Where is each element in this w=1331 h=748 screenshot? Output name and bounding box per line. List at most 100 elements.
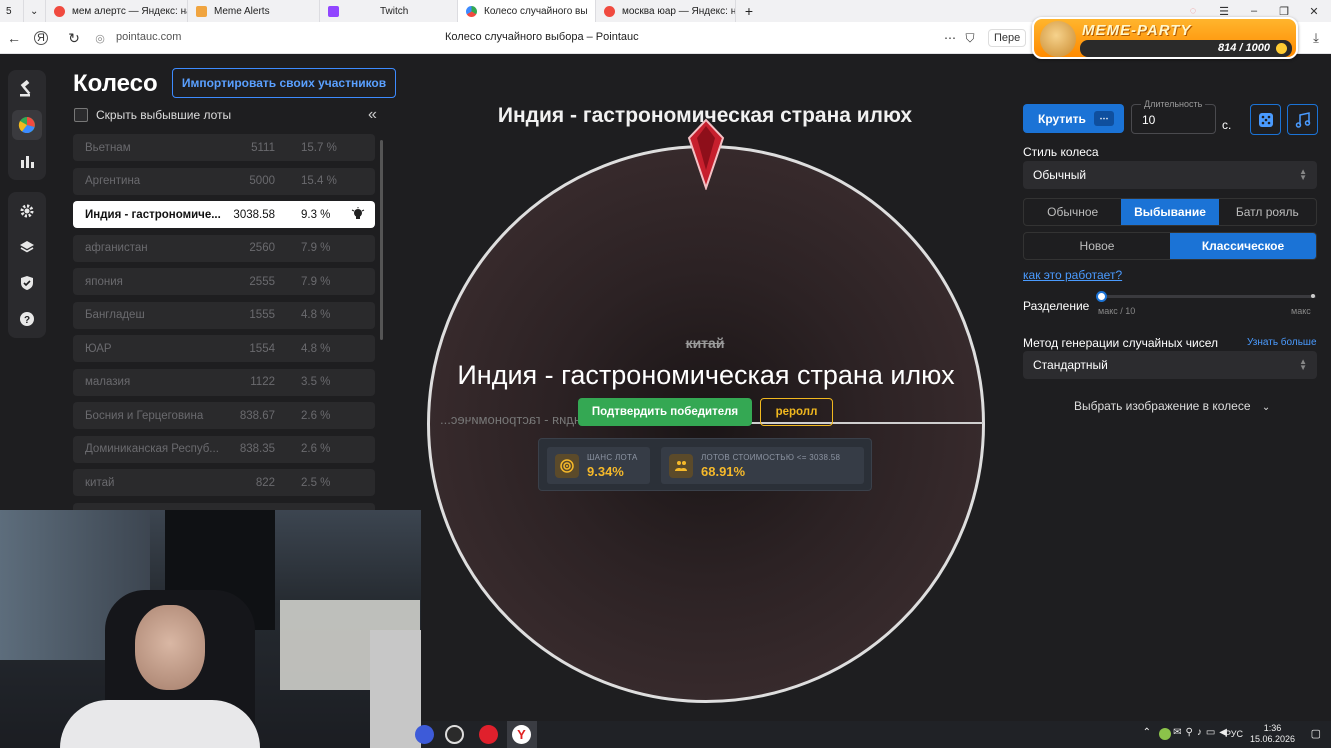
list-item[interactable]: япония 2555 7.9 % [73, 268, 375, 295]
webcam-shirt [60, 700, 260, 748]
import-participants-button[interactable]: Импортировать своих участников [172, 68, 396, 98]
bookmark-icon[interactable]: ⛉ [960, 28, 980, 48]
wheel-icon[interactable] [12, 110, 42, 140]
lot-name: Бангладеш [85, 309, 145, 321]
spin-options-icon[interactable]: ⋯ [1094, 111, 1114, 126]
tray-arrow-icon[interactable]: ⌃ [1143, 727, 1151, 738]
tab-normal[interactable]: Обычное [1024, 199, 1121, 225]
app-icon[interactable] [415, 725, 434, 744]
stats-chart-icon[interactable] [12, 146, 42, 176]
collapse-panel-icon[interactable]: « [368, 106, 377, 124]
confirm-winner-button[interactable]: Подтвердить победителя [578, 398, 752, 426]
tab-battle-royale[interactable]: Батл рояль [1219, 199, 1316, 225]
tray-icons[interactable]: ✉⚲♪▭◀ [1173, 727, 1231, 738]
stat-value: 68.91% [701, 464, 746, 479]
yandex-icon [54, 5, 65, 17]
list-item[interactable]: Аргентина 5000 15.4 % [73, 167, 375, 195]
clock[interactable]: 1:36 15.06.2026 [1250, 723, 1295, 745]
tab-yandex-memalerts[interactable]: мем алертс — Яндекс: на [46, 0, 188, 22]
split-max-label: макс [1291, 306, 1311, 316]
lot-value: 5000 [249, 175, 275, 187]
split-slider[interactable] [1100, 295, 1316, 298]
list-item[interactable]: китай 822 2.5 % [73, 469, 375, 496]
notifications-icon[interactable]: ▢ [1311, 727, 1321, 740]
pointauc-icon [466, 5, 477, 17]
doge-avatar [1040, 21, 1076, 57]
chevron-down-icon[interactable]: ⌄ [24, 0, 46, 22]
translate-button[interactable]: Пере [988, 29, 1027, 47]
tab-classic[interactable]: Классическое [1170, 233, 1316, 259]
lot-name: Вьетнам [85, 141, 131, 154]
auction-hammer-icon[interactable] [12, 74, 42, 104]
reroll-button[interactable]: реролл [760, 398, 833, 426]
meme-alerts-icon [196, 5, 207, 17]
list-item[interactable]: афганистан 2560 7.9 % [73, 234, 375, 262]
tab-wheel[interactable]: Колесо случайного вы✕ [458, 0, 596, 22]
close-window-icon[interactable]: ✕ [1299, 0, 1329, 22]
site-info-icon[interactable]: ◎ [94, 28, 106, 48]
seconds-unit: с. [1222, 118, 1232, 132]
music-button[interactable] [1287, 104, 1318, 135]
dice-icon [1258, 112, 1273, 127]
list-item[interactable]: Босния и Герцеговина 838.67 2.6 % [73, 402, 375, 429]
hide-eliminated-toggle[interactable]: Скрыть выбывшие лоты [74, 108, 231, 122]
lightbulb-icon[interactable] [351, 207, 365, 221]
yandex-home-icon[interactable]: Я [34, 31, 48, 45]
twitch-icon [328, 5, 339, 17]
back-icon[interactable]: ← [4, 28, 24, 48]
yandex-browser-taskbar-item[interactable]: Y [507, 721, 537, 748]
list-item[interactable]: Доминиканская Респуб... 838.35 2.6 % [73, 435, 375, 463]
opera-icon[interactable] [479, 725, 498, 744]
webcam-overlay [0, 510, 421, 748]
spin-button[interactable]: Крутить ⋯ [1023, 104, 1124, 133]
tab-count: 5 [6, 5, 12, 17]
download-icon[interactable]: ⤓ [1306, 28, 1326, 48]
hide-eliminated-checkbox[interactable] [74, 108, 88, 122]
lot-name: Индия - гастрономиче... [85, 208, 221, 221]
mirrored-sector-label: Индия - гастрономичес... [440, 412, 591, 427]
list-item[interactable]: Бангладеш 1555 4.8 % [73, 301, 375, 329]
lot-name: китай [85, 476, 115, 489]
list-item[interactable]: Вьетнам 5111 15.7 % [73, 134, 375, 161]
gear-icon[interactable] [12, 196, 42, 226]
yandex-browser-icon: Y [512, 725, 531, 744]
lot-value: 2555 [249, 275, 275, 288]
tab-new[interactable]: Новое [1024, 233, 1170, 259]
tab-yandex-moscow[interactable]: москва юар — Яндекс: на [596, 0, 736, 22]
rng-method-value: Стандартный [1033, 358, 1108, 372]
help-icon[interactable]: ? [12, 304, 42, 334]
tab-meme-alerts[interactable]: Meme Alerts [188, 0, 320, 22]
more-icon[interactable]: ⋯ [940, 28, 960, 48]
reload-icon[interactable]: ↻ [64, 28, 84, 48]
wheel-heading: Колесо [73, 70, 158, 97]
how-it-works-link[interactable]: как это работает? [1023, 268, 1122, 282]
lot-percent: 15.4 % [301, 175, 337, 187]
obs-icon[interactable] [445, 725, 464, 744]
lots-list: Вьетнам 5111 15.7 % Аргентина 5000 15.4 % Ин… [73, 134, 375, 510]
wheel-style-select[interactable]: Обычный ▲ ▼ [1023, 161, 1317, 189]
rng-learn-more-link[interactable]: Узнать больше [1247, 337, 1317, 348]
rng-method-select[interactable]: Стандартный ▲ ▼ [1023, 351, 1317, 379]
shield-icon[interactable] [12, 268, 42, 298]
choose-wheel-image-button[interactable]: Выбрать изображение в колесе ⌄ [1074, 399, 1270, 413]
layers-icon[interactable] [12, 232, 42, 262]
split-slider-thumb[interactable] [1096, 291, 1107, 302]
tab-counter[interactable]: 5 [0, 0, 24, 22]
dice-button[interactable] [1250, 104, 1281, 135]
wheel-style-label: Стиль колеса [1023, 145, 1099, 159]
new-tab-button[interactable]: + [736, 0, 762, 22]
list-item[interactable]: малазия 1122 3.5 % [73, 368, 375, 396]
list-item-current[interactable]: Индия - гастрономиче... 3038.58 9.3 % [73, 201, 375, 228]
tray-app-icon[interactable] [1159, 728, 1171, 740]
url-field[interactable]: pointauc.com [116, 31, 181, 43]
lots-scrollbar[interactable] [380, 140, 383, 340]
lots-cheaper-stat: ЛОТОВ СТОИМОСТЬЮ <= 3038.58 68.91% [661, 447, 864, 484]
duration-field[interactable]: Длительность 10 [1131, 99, 1216, 134]
tab-twitch[interactable]: Twitch [320, 0, 458, 22]
language-indicator[interactable]: РУС [1225, 729, 1243, 739]
winner-sector-label: Индия - гастрономическая страна илюх [457, 360, 955, 390]
list-item[interactable]: ЮАР 1554 4.8 % [73, 335, 375, 362]
list-item[interactable] [73, 502, 375, 510]
target-icon [555, 454, 579, 478]
tab-elimination[interactable]: Выбывание [1121, 199, 1219, 225]
